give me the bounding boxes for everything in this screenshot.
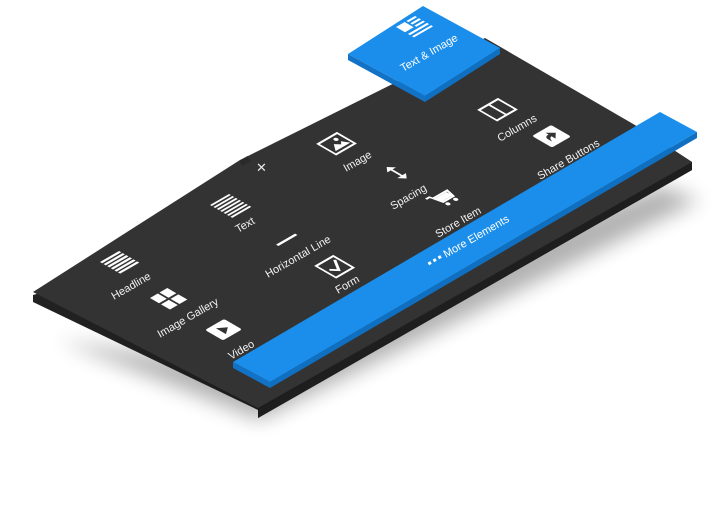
elements-panel-scene: Text & Image ✕ HeadlineImage GalleryVide… [33,6,700,420]
close-button[interactable]: ✕ [256,161,267,176]
close-icon: ✕ [256,161,267,176]
